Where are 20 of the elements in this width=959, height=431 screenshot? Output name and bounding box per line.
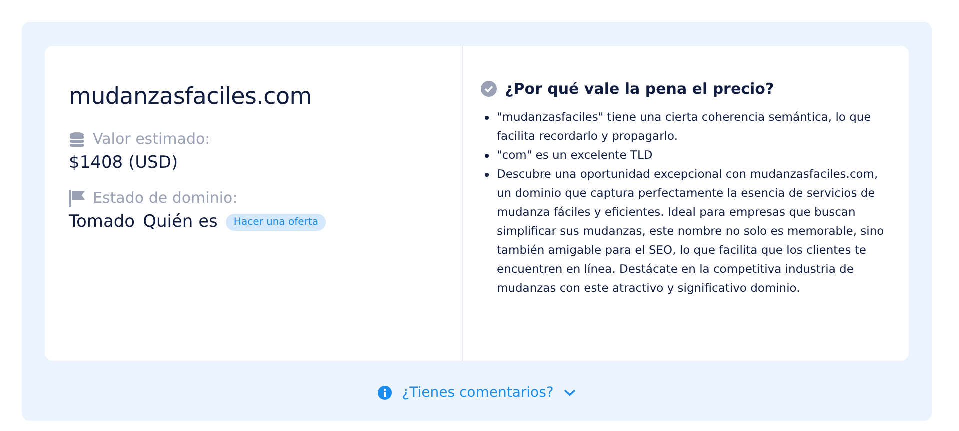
flag-icon: [69, 190, 86, 206]
estimated-value: $1408 (USD): [69, 153, 180, 173]
status-label: Estado de dominio:: [93, 189, 238, 207]
check-badge-icon: [481, 81, 497, 97]
domain-status: Tomado: [69, 212, 136, 232]
value-label: Valor estimado:: [93, 130, 210, 148]
chevron-icon: [564, 389, 576, 397]
whois-link[interactable]: Quién es: [143, 212, 218, 232]
bullet-icon: [485, 154, 489, 158]
info-icon: [378, 386, 392, 400]
coins-icon: [69, 132, 86, 146]
bullet-icon: [485, 116, 489, 120]
reason-text: Descubre una oportunidad excepcional con mudanzasfaciles.com, un dominio que captura perfectamente la esencia de servicios de mudanza fáciles y eficientes. Ideal para empresas que buscan simplificar sus mudanzas, este nombre no solo es memorable, sino también amigable para el SEO, lo que facilita que los clientes te encuentren en línea. Destácate en la competitiva industria de mudanzas con este atractivo y significativo dominio.: [497, 166, 885, 297]
bullet-icon: [485, 173, 489, 177]
feedback-toggle[interactable]: ¿Tienes comentarios?: [378, 385, 576, 401]
reason-text: "com" es un excelente TLD: [497, 147, 653, 164]
make-offer-button[interactable]: Hacer una oferta: [226, 214, 326, 230]
reasons-title: ¿Por qué vale la pena el precio?: [505, 80, 774, 98]
domain-name: mudanzasfaciles.com: [69, 84, 313, 110]
reason-text: "mudanzasfaciles" tiene una cierta coherencia semántica, lo que facilita recordarlo y propagarlo.: [497, 109, 872, 145]
